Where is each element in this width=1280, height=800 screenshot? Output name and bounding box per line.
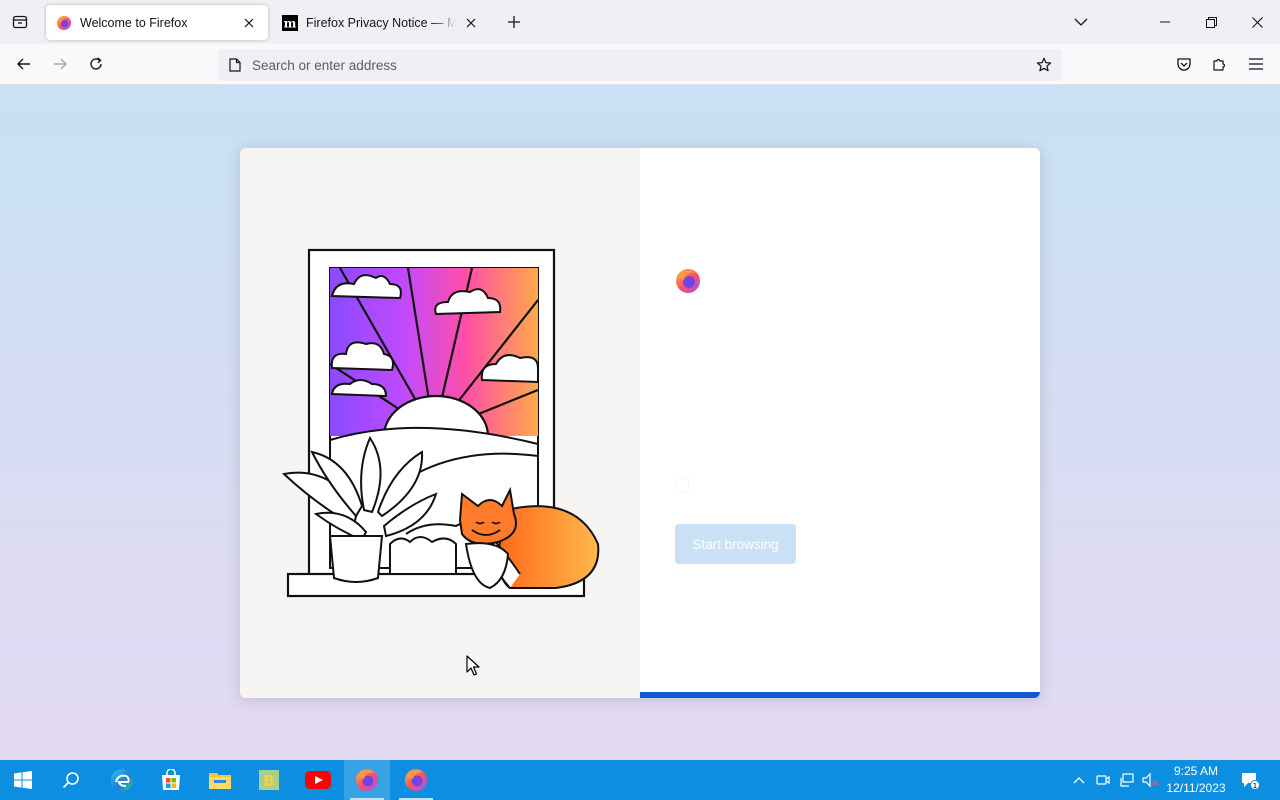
chevron-down-icon[interactable] xyxy=(1068,10,1094,34)
tab-welcome-to-firefox[interactable]: Welcome to Firefox xyxy=(46,5,268,40)
search-icon[interactable] xyxy=(48,760,94,800)
bing-icon[interactable]: B xyxy=(246,760,292,800)
forward-arrow-icon[interactable] xyxy=(46,50,74,78)
onboarding-progress-bar xyxy=(640,692,1040,698)
tab-strip: Welcome to Firefox m Firefox Privacy Not… xyxy=(0,0,1280,44)
new-tab-plus-icon[interactable] xyxy=(502,10,526,34)
firefox-icon[interactable] xyxy=(344,760,390,800)
firefox-view-icon[interactable] xyxy=(6,9,34,35)
start-windows-icon[interactable] xyxy=(0,760,46,800)
restore-window-icon[interactable] xyxy=(1188,0,1234,44)
tab-title: Firefox Privacy Notice — Mozilla xyxy=(306,15,456,30)
firefox-icon xyxy=(56,15,72,31)
firefox-icon[interactable] xyxy=(393,760,439,800)
microsoft-store-icon[interactable] xyxy=(148,760,194,800)
page-icon xyxy=(227,57,243,73)
youtube-icon[interactable] xyxy=(295,760,341,800)
edge-icon[interactable] xyxy=(99,760,145,800)
start-browsing-button[interactable]: Start browsing xyxy=(675,524,796,564)
bookmark-star-icon[interactable] xyxy=(1030,51,1058,79)
tab-title: Welcome to Firefox xyxy=(80,15,188,30)
notifications-icon[interactable]: 1 xyxy=(1236,760,1264,800)
default-browser-checkbox[interactable] xyxy=(675,478,697,492)
volume-muted-icon[interactable] xyxy=(1140,760,1162,800)
minimize-window-icon[interactable] xyxy=(1142,0,1188,44)
progress-fill xyxy=(640,692,1040,698)
close-window-icon[interactable] xyxy=(1234,0,1280,44)
close-tab-icon[interactable] xyxy=(462,14,480,32)
onboarding-card: Start browsing xyxy=(240,148,1040,698)
illustration-panel xyxy=(240,148,640,698)
windows-taskbar: B 9:25 AM 12/11/2023 1 xyxy=(0,760,1280,800)
reload-icon[interactable] xyxy=(82,50,110,78)
hamburger-menu-icon[interactable] xyxy=(1242,50,1270,78)
chevron-up-icon[interactable] xyxy=(1068,760,1090,800)
svg-text:m: m xyxy=(284,16,297,30)
mozilla-m-icon: m xyxy=(282,14,298,31)
system-clock[interactable]: 9:25 AM 12/11/2023 xyxy=(1160,763,1232,797)
notification-count: 1 xyxy=(1253,782,1257,790)
close-tab-icon[interactable] xyxy=(240,14,258,32)
pocket-icon[interactable] xyxy=(1170,50,1198,78)
svg-text:B: B xyxy=(263,772,274,790)
file-explorer-icon[interactable] xyxy=(197,760,243,800)
meet-now-icon[interactable] xyxy=(1092,760,1114,800)
network-icon[interactable] xyxy=(1116,760,1138,800)
firefox-logo-icon xyxy=(676,269,700,293)
back-arrow-icon[interactable] xyxy=(10,50,38,78)
welcome-content-panel: Start browsing xyxy=(640,148,1040,698)
navigation-toolbar xyxy=(0,44,1280,85)
checkbox[interactable] xyxy=(675,478,689,492)
welcome-page: Start browsing xyxy=(0,85,1280,760)
address-bar[interactable] xyxy=(218,49,1062,81)
extensions-puzzle-icon[interactable] xyxy=(1206,50,1234,78)
clock-date: 12/11/2023 xyxy=(1166,781,1226,795)
fox-window-illustration xyxy=(281,248,600,598)
mouse-cursor-icon xyxy=(466,655,480,676)
address-input[interactable] xyxy=(252,57,1030,73)
tab-firefox-privacy-notice[interactable]: m Firefox Privacy Notice — Mozilla xyxy=(272,5,490,40)
clock-time: 9:25 AM xyxy=(1173,764,1219,778)
